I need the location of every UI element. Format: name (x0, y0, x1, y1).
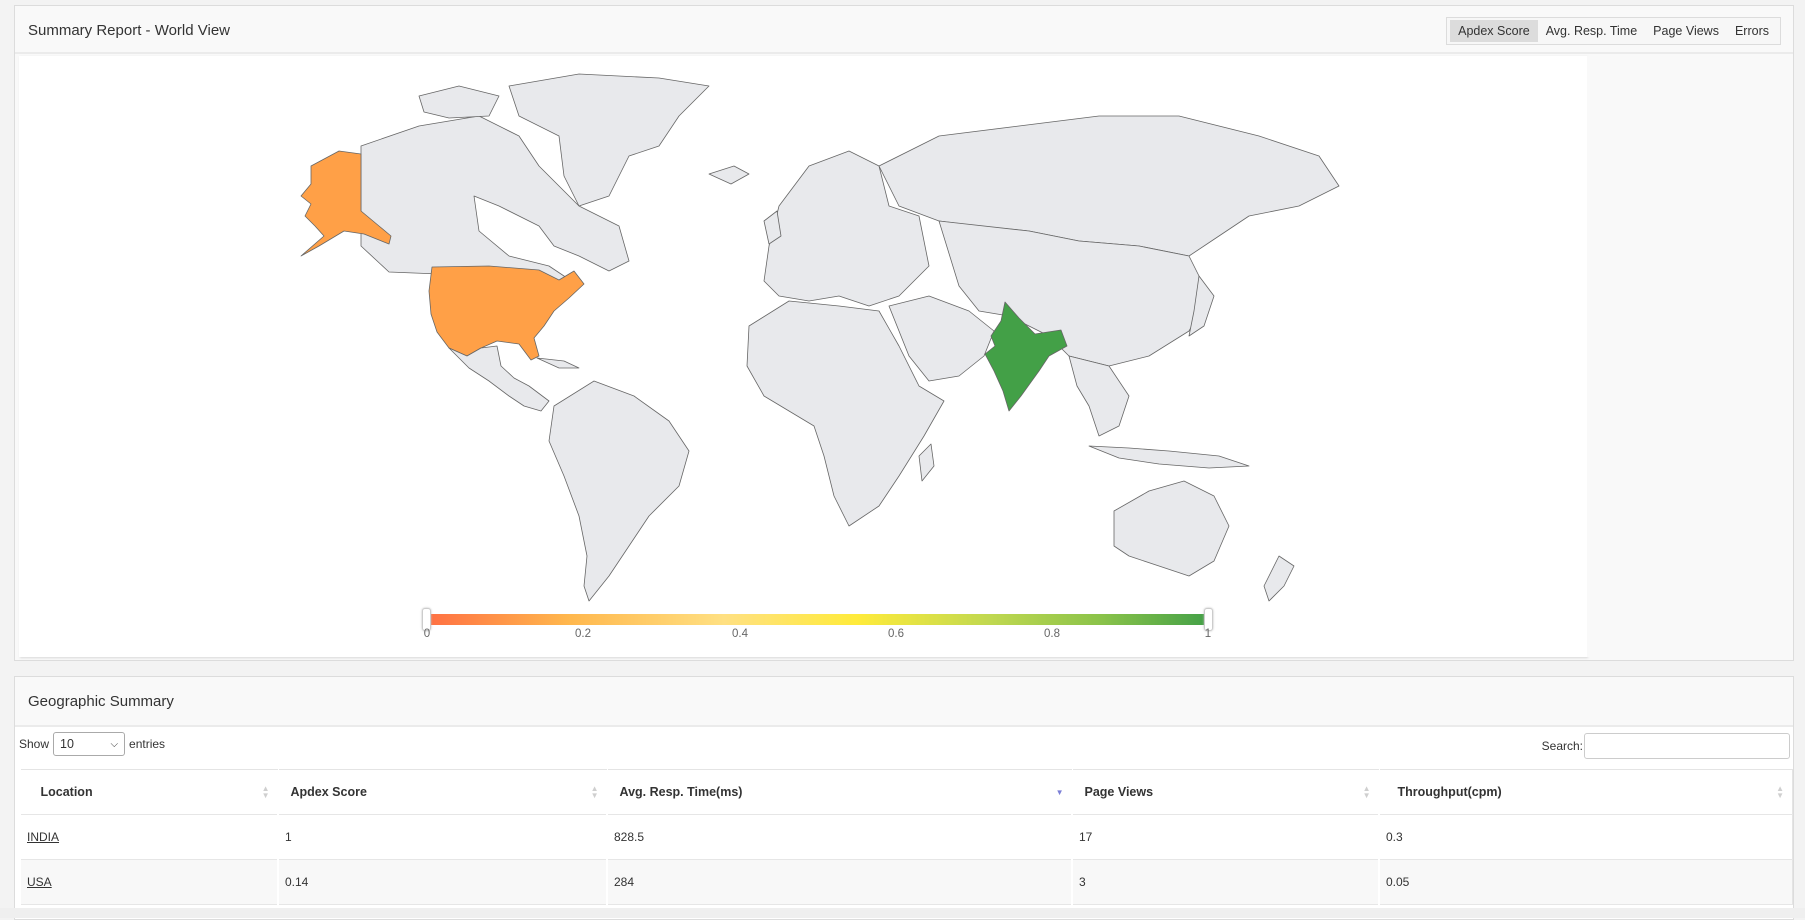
color-scale-legend: 0 0.2 0.4 0.6 0.8 1 (411, 608, 1213, 648)
country-new-zealand[interactable] (1263, 555, 1295, 602)
geographic-summary-panel: Geographic Summary Show 10 ⌵ entries Sea… (14, 676, 1794, 920)
country-southeast-asia[interactable] (1068, 355, 1130, 437)
sort-both-icon: ▲ ▼ (1362, 784, 1371, 800)
column-header-page-views[interactable]: Page Views ▲ ▼ (1071, 769, 1379, 815)
cell-apdex: 1 (277, 814, 607, 860)
country-madagascar[interactable] (918, 443, 935, 482)
legend-tick: 0.2 (575, 628, 591, 640)
country-iceland[interactable] (708, 165, 750, 185)
column-label: Avg. Resp. Time(ms) (619, 785, 743, 799)
table-row: USA 0.14 284 3 0.05 (19, 859, 1793, 905)
cell-location: USA (19, 859, 278, 905)
world-map[interactable]: 0 0.2 0.4 0.6 0.8 1 (19, 56, 1587, 657)
search-label: Search: (1541, 739, 1583, 753)
show-label: Show (19, 737, 50, 751)
chevron-down-icon: ⌵ (110, 738, 119, 750)
geographic-summary-table: Location ▲ ▼ Apdex Score ▲ ▼ Avg. Resp. Ti… (19, 769, 1793, 905)
tab-page-views[interactable]: Page Views (1645, 20, 1727, 42)
legend-tick: 0.4 (732, 628, 748, 640)
table-header-row: Location ▲ ▼ Apdex Score ▲ ▼ Avg. Resp. Ti… (19, 769, 1793, 815)
country-australia[interactable] (1113, 480, 1230, 577)
world-view-header: Summary Report - World View Apdex Score … (15, 6, 1793, 54)
geographic-summary-title: Geographic Summary (28, 693, 174, 710)
column-header-throughput[interactable]: Throughput(cpm) ▲ ▼ (1378, 769, 1793, 815)
world-view-panel: Summary Report - World View Apdex Score … (14, 5, 1794, 661)
column-label: Location (40, 785, 93, 799)
tab-errors[interactable]: Errors (1727, 20, 1777, 42)
entries-label: entries (129, 737, 166, 751)
location-link[interactable]: INDIA (27, 830, 59, 844)
cell-page-views: 3 (1071, 859, 1379, 905)
table-row: INDIA 1 828.5 17 0.3 (19, 814, 1793, 860)
legend-tick: 0 (423, 628, 431, 640)
column-label: Apdex Score (290, 785, 367, 799)
cell-page-views: 17 (1071, 814, 1379, 860)
tab-apdex-score[interactable]: Apdex Score (1450, 20, 1538, 42)
cell-resp-time: 284 (606, 859, 1072, 905)
map-side-panel (1587, 56, 1793, 657)
legend-tick: 0.6 (888, 628, 904, 640)
country-usa[interactable] (428, 265, 585, 361)
country-south-america[interactable] (548, 380, 690, 602)
sort-both-icon: ▲ ▼ (590, 784, 599, 800)
world-view-title: Summary Report - World View (28, 22, 231, 39)
cell-location: INDIA (19, 814, 278, 860)
geographic-summary-header: Geographic Summary (15, 677, 1793, 727)
cell-apdex: 0.14 (277, 859, 607, 905)
legend-gradient-bar (427, 614, 1209, 625)
entries-select-value: 10 (60, 737, 74, 751)
sort-desc-icon: ▼ (1055, 788, 1064, 797)
world-map-svg[interactable] (19, 56, 1587, 657)
column-header-location[interactable]: Location ▲ ▼ (19, 769, 278, 815)
column-label: Throughput(cpm) (1397, 785, 1502, 799)
country-cuba[interactable] (536, 357, 580, 369)
country-canada-islands[interactable] (418, 85, 500, 119)
sort-both-icon: ▲ ▼ (261, 784, 270, 800)
cell-resp-time: 828.5 (606, 814, 1072, 860)
entries-select[interactable]: 10 ⌵ (53, 732, 126, 756)
column-label: Page Views (1084, 785, 1154, 799)
tab-avg-resp-time[interactable]: Avg. Resp. Time (1538, 20, 1645, 42)
column-header-avg-resp-time[interactable]: Avg. Resp. Time(ms) ▼ (606, 769, 1072, 815)
cell-throughput: 0.3 (1378, 814, 1793, 860)
table-search: Search: (1542, 733, 1790, 759)
legend-tick: 1 (1204, 628, 1212, 640)
page-bottom-strip (0, 908, 1805, 918)
metric-tab-group: Apdex Score Avg. Resp. Time Page Views E… (1446, 17, 1781, 45)
show-entries-control: Show 10 ⌵ entries (19, 732, 165, 756)
column-header-apdex-score[interactable]: Apdex Score ▲ ▼ (277, 769, 607, 815)
location-link[interactable]: USA (27, 875, 52, 889)
cell-throughput: 0.05 (1378, 859, 1793, 905)
country-indonesia[interactable] (1088, 445, 1250, 469)
legend-tick: 0.8 (1044, 628, 1060, 640)
search-input[interactable] (1584, 733, 1790, 759)
sort-both-icon: ▲ ▼ (1776, 784, 1784, 800)
